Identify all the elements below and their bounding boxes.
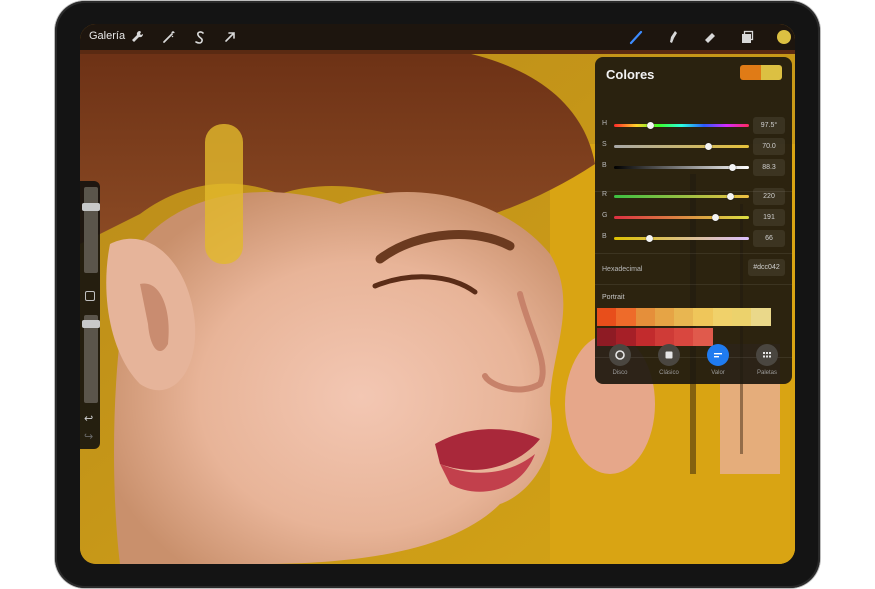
hsb-b-label: B (602, 162, 607, 169)
disc-icon[interactable] (609, 344, 631, 366)
wrench-icon[interactable] (127, 27, 147, 47)
palette-swatch[interactable] (597, 328, 617, 346)
palette-swatch[interactable] (674, 308, 694, 326)
opacity-thumb[interactable] (82, 320, 100, 328)
palette-swatch[interactable] (674, 328, 694, 346)
hsb-s-label: S (602, 141, 607, 148)
hsb-b-row: B 88.3 (595, 159, 792, 177)
tab-clásico[interactable]: Clásico (649, 370, 689, 376)
rgb-b-slider[interactable] (614, 237, 749, 240)
rgb-b-label: B (602, 233, 607, 240)
hsb-s-slider[interactable] (614, 145, 749, 148)
rgb-r-row: R 220 (595, 188, 792, 206)
brush-icon[interactable] (626, 27, 646, 47)
value-sliders-icon[interactable] (707, 344, 729, 366)
palette-swatch[interactable] (616, 308, 636, 326)
rgb-r-slider-knob[interactable] (726, 193, 734, 200)
selection-s-icon[interactable] (190, 27, 210, 47)
palettes-grid-icon[interactable] (756, 344, 778, 366)
rgb-g-label: G (602, 212, 608, 219)
palette-swatch[interactable] (693, 308, 713, 326)
hsb-s-value-field[interactable]: 70.0 (753, 138, 785, 155)
tab-paletas[interactable]: Paletas (747, 370, 787, 376)
rgb-r-label: R (602, 191, 608, 198)
smudge-icon[interactable] (664, 27, 684, 47)
palette-swatch[interactable] (751, 308, 771, 326)
palette-swatch[interactable] (597, 308, 617, 326)
opacity-slider[interactable] (84, 315, 98, 403)
hsb-b-slider-knob[interactable] (729, 164, 737, 171)
rgb-b-row: B 66 (595, 230, 792, 248)
rgb-b-value-field[interactable]: 66 (753, 230, 785, 247)
rgb-g-slider-knob[interactable] (711, 214, 719, 221)
palette-swatch[interactable] (712, 308, 733, 326)
magic-wand-icon[interactable] (159, 27, 179, 47)
divider (595, 284, 792, 285)
left-sidebar: ↩ ↪ (80, 181, 100, 449)
hex-label: Hexadecimal (602, 266, 643, 273)
redo-icon[interactable]: ↪ (84, 431, 93, 443)
previous-color-swatch[interactable] (761, 65, 782, 80)
eraser-icon[interactable] (700, 27, 720, 47)
top-toolbar: Galería (80, 24, 795, 50)
current-color-swatch[interactable] (740, 65, 761, 80)
gallery-button[interactable]: Galería (89, 30, 125, 42)
transform-arrow-icon[interactable] (220, 27, 240, 47)
divider (595, 253, 792, 254)
palette-swatch[interactable] (635, 328, 655, 346)
tab-valor[interactable]: Valor (698, 370, 738, 376)
hsb-h-row: H 97.5° (595, 117, 792, 135)
hsb-h-value-field[interactable]: 97.5° (753, 117, 785, 134)
brush-size-slider[interactable] (84, 187, 98, 273)
hsb-s-row: S 70.0 (595, 138, 792, 156)
hsb-h-slider-knob[interactable] (646, 122, 654, 129)
palette-swatch[interactable] (693, 328, 713, 346)
rgb-r-value-field[interactable]: 220 (753, 188, 785, 205)
undo-icon[interactable]: ↩ (84, 413, 93, 425)
layers-icon[interactable] (737, 27, 757, 47)
rgb-g-value-field[interactable]: 191 (753, 209, 785, 226)
palette-swatch[interactable] (635, 308, 655, 326)
palette-swatch[interactable] (654, 308, 675, 326)
procreate-canvas-screen: Galería ↩ ↪ Colores H 97.5° S 70.0 B 88.… (80, 24, 795, 564)
brush-size-thumb[interactable] (82, 203, 100, 211)
colors-panel: Colores H 97.5° S 70.0 B 88.3 R 220 G 191 B 66 Hex… (595, 57, 792, 384)
tab-disco[interactable]: Disco (600, 370, 640, 376)
palette-name: Portrait (602, 294, 625, 301)
panel-title: Colores (606, 67, 655, 82)
hex-input[interactable]: #dcc042 (748, 259, 785, 276)
rgb-g-row: G 191 (595, 209, 792, 227)
hsb-s-slider-knob[interactable] (705, 143, 712, 150)
hsb-b-value-field[interactable]: 88.3 (753, 159, 785, 176)
eyedropper-square-icon[interactable] (85, 291, 95, 301)
color-dot-icon[interactable] (774, 27, 794, 47)
palette-swatch[interactable] (732, 308, 752, 326)
palette-row-2 (597, 328, 713, 346)
hsb-h-label: H (602, 120, 608, 127)
classic-square-icon[interactable] (658, 344, 680, 366)
palette-row-1 (597, 308, 771, 326)
rgb-g-slider[interactable] (614, 216, 749, 219)
rgb-b-slider-knob[interactable] (645, 235, 653, 242)
hsb-h-slider[interactable] (614, 124, 749, 127)
